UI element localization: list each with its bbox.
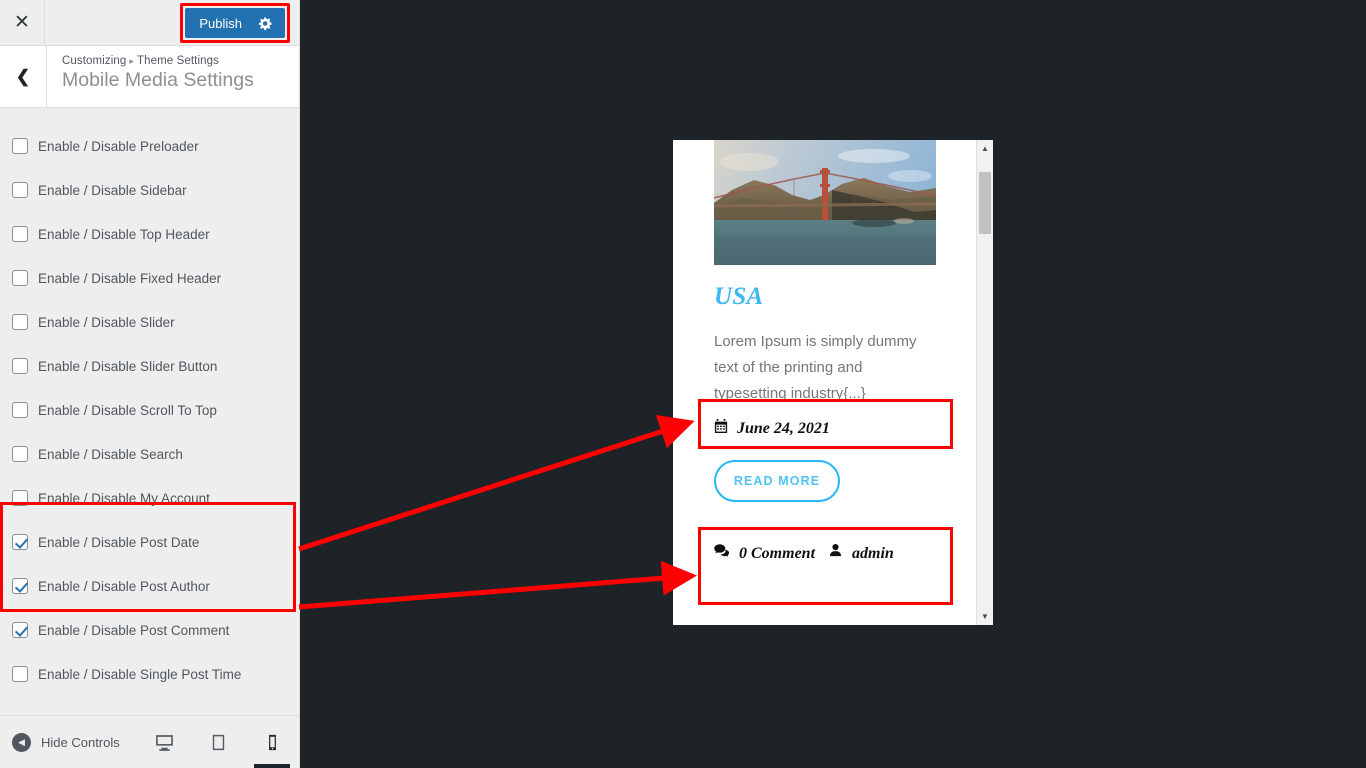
control-label: Enable / Disable Post Date [38, 534, 200, 550]
checkbox-unchecked[interactable] [12, 490, 28, 506]
calendar-icon [714, 419, 728, 438]
control-row[interactable]: Enable / Disable Fixed Header [0, 256, 299, 300]
post-date: June 24, 2021 [714, 419, 976, 438]
caret-down-icon[interactable]: ▼ [977, 608, 993, 625]
sidebar-footer: ◀ Hide Controls [0, 715, 299, 768]
control-label: Enable / Disable Fixed Header [38, 270, 222, 286]
device-mobile-button[interactable] [254, 717, 290, 768]
control-label: Enable / Disable Top Header [38, 226, 210, 242]
panel-header: ❮ Customizing ▸ Theme Settings Mobile Medi… [0, 46, 299, 108]
checkbox-unchecked[interactable] [12, 446, 28, 462]
checkbox-checked[interactable] [12, 622, 28, 638]
control-row[interactable]: Enable / Disable Slider Button [0, 344, 299, 388]
control-label: Enable / Disable Single Post Time [38, 666, 242, 682]
site-preview-frame: USA Lorem Ipsum is simply dummy text of … [673, 140, 993, 625]
post-date-text: June 24, 2021 [737, 419, 830, 437]
publish-button-label: Publish [199, 15, 242, 31]
checkbox-unchecked[interactable] [12, 402, 28, 418]
post-excerpt: Lorem Ipsum is simply dummy text of the … [714, 333, 917, 402]
preview-scrollbar-thumb[interactable] [979, 172, 991, 234]
golden-gate-bridge-photo [714, 140, 936, 265]
control-row[interactable]: Enable / Disable Search [0, 432, 299, 476]
checkbox-unchecked[interactable] [12, 314, 28, 330]
collapse-left-icon: ◀ [12, 732, 31, 752]
close-icon[interactable]: ✕ [0, 0, 45, 45]
control-row[interactable]: Enable / Disable My Account [0, 476, 299, 520]
breadcrumb-root[interactable]: Customizing [62, 55, 126, 67]
checkbox-checked[interactable] [12, 578, 28, 594]
control-row[interactable]: Enable / Disable Top Header [0, 212, 299, 256]
control-row[interactable]: Enable / Disable Post Author [0, 564, 299, 608]
chevron-left-icon[interactable]: ❮ [0, 46, 47, 107]
comment-icon [714, 542, 730, 565]
checkbox-unchecked[interactable] [12, 270, 28, 286]
control-row[interactable]: Enable / Disable Post Date [0, 520, 299, 564]
user-icon [828, 542, 843, 565]
control-row[interactable]: Enable / Disable Post Comment [0, 608, 299, 652]
checkbox-unchecked[interactable] [12, 138, 28, 154]
post-comment-count: 0 Comment [739, 545, 816, 562]
checkbox-unchecked[interactable] [12, 182, 28, 198]
control-label: Enable / Disable Slider Button [38, 358, 218, 374]
checkbox-unchecked[interactable] [12, 358, 28, 374]
publish-highlight-box: Publish [180, 3, 290, 43]
page-title: Mobile Media Settings [62, 69, 254, 91]
publish-button[interactable]: Publish [185, 8, 285, 38]
preview-scrollbar[interactable]: ▲ ▼ [976, 140, 993, 625]
control-row[interactable]: Enable / Disable Sidebar [0, 168, 299, 212]
control-row[interactable]: Enable / Disable Scroll To Top [0, 388, 299, 432]
customizer-screen: ✕ Publish ❮ Customizing▸Theme Settings [0, 0, 1366, 768]
gear-icon[interactable] [258, 16, 273, 31]
checkbox-unchecked[interactable] [12, 666, 28, 682]
device-preview-switcher [149, 717, 290, 768]
controls-list-container: Enable / Disable Preloader Enable / Disab… [0, 108, 299, 715]
controls-list: Enable / Disable Preloader Enable / Disab… [0, 124, 299, 696]
breadcrumb-separator-icon: ▸ [129, 56, 134, 66]
caret-up-icon[interactable]: ▲ [977, 140, 993, 157]
control-label: Enable / Disable Post Author [38, 578, 210, 594]
control-label: Enable / Disable Scroll To Top [38, 402, 217, 418]
post-author-name: admin [852, 545, 894, 562]
hide-controls-button[interactable]: ◀ Hide Controls [12, 732, 120, 752]
control-row[interactable]: Enable / Disable Slider [0, 300, 299, 344]
control-label: Enable / Disable Sidebar [38, 182, 187, 198]
control-label: Enable / Disable Post Comment [38, 622, 230, 638]
breadcrumb: Customizing ▸ Theme Settings [62, 55, 254, 67]
site-preview-viewport: USA Lorem Ipsum is simply dummy text of … [673, 140, 976, 625]
breadcrumb-parent[interactable]: Theme Settings [137, 55, 219, 67]
post-meta: 0 Comment admin [714, 528, 938, 565]
device-tablet-button[interactable] [203, 717, 233, 768]
panel-header-text: Customizing ▸ Theme Settings Mobile Media … [47, 46, 254, 107]
control-label: Enable / Disable Preloader [38, 138, 199, 154]
checkbox-unchecked[interactable] [12, 226, 28, 242]
read-more-button[interactable]: READ MORE [714, 460, 840, 502]
customizer-sidebar: ✕ Publish ❮ Customizing▸Theme Settings [0, 0, 300, 768]
sidebar-topbar: ✕ Publish [0, 0, 299, 46]
control-row[interactable]: Enable / Disable Preloader [0, 124, 299, 168]
control-label: Enable / Disable Slider [38, 314, 175, 330]
post-author-meta[interactable]: admin [828, 542, 894, 565]
hide-controls-label: Hide Controls [41, 734, 120, 750]
post-card: USA Lorem Ipsum is simply dummy text of … [714, 140, 976, 565]
post-comment-meta[interactable]: 0 Comment [714, 542, 828, 565]
control-label: Enable / Disable My Account [38, 490, 210, 506]
control-row[interactable]: Enable / Disable Single Post Time [0, 652, 299, 696]
control-label: Enable / Disable Search [38, 446, 183, 462]
checkbox-checked[interactable] [12, 534, 28, 550]
post-title[interactable]: USA [714, 283, 976, 311]
device-desktop-button[interactable] [149, 717, 179, 768]
